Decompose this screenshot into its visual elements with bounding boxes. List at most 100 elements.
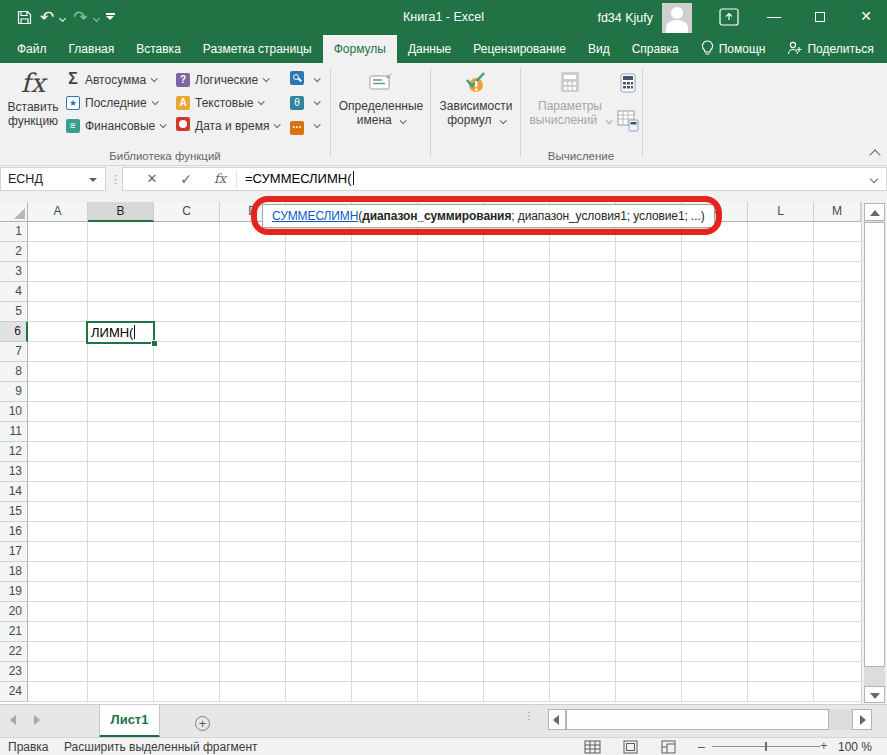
- scroll-right-icon[interactable]: [852, 709, 872, 730]
- vertical-scrollbar[interactable]: [861, 202, 887, 704]
- row-header-17[interactable]: 17: [0, 542, 28, 562]
- row-header-23[interactable]: 23: [0, 662, 28, 682]
- row-header-10[interactable]: 10: [0, 402, 28, 422]
- zoom-level[interactable]: 100 %: [838, 740, 872, 754]
- column-header-B[interactable]: B: [88, 202, 154, 222]
- calculate-now-icon[interactable]: [618, 73, 638, 97]
- scroll-left-icon[interactable]: [548, 709, 566, 730]
- row-header-16[interactable]: 16: [0, 522, 28, 542]
- row-header-6[interactable]: 6: [0, 322, 28, 342]
- ribbon-button-lookup-magnifier-icon[interactable]: [290, 68, 319, 91]
- name-box[interactable]: ЕСНД: [0, 167, 106, 191]
- ribbon-tab-Формулы[interactable]: Формулы: [323, 35, 397, 63]
- row-header-19[interactable]: 19: [0, 582, 28, 602]
- ribbon-tab-Помощн[interactable]: Помощн: [690, 35, 777, 63]
- enter-icon[interactable]: ✓: [171, 168, 201, 190]
- status-bar: Правка Расширить выделенный фрагмент − +…: [0, 737, 887, 755]
- name-box-dropdown-icon[interactable]: [89, 178, 97, 182]
- ribbon-display-options-icon[interactable]: [719, 8, 739, 26]
- row-header-1[interactable]: 1: [0, 222, 28, 242]
- minimize-button[interactable]: —: [753, 0, 795, 35]
- formula-auditing-button[interactable]: Зависимости формул: [434, 69, 518, 127]
- formula-bar-gripper: ⋮: [110, 167, 122, 191]
- ribbon-tab-Вид[interactable]: Вид: [577, 35, 621, 63]
- user-name: fd34 Kjufy: [597, 11, 653, 25]
- row-header-14[interactable]: 14: [0, 482, 28, 502]
- ribbon-button-Финансовые[interactable]: ≡Финансовые: [66, 114, 165, 137]
- sheet-tab-bar: Лист1 + ⋮: [0, 704, 887, 737]
- row-header-11[interactable]: 11: [0, 422, 28, 442]
- scroll-up-icon[interactable]: [864, 203, 885, 221]
- select-all-corner[interactable]: [0, 202, 28, 222]
- horizontal-scroll-thumb[interactable]: [566, 709, 829, 730]
- zoom-out-icon[interactable]: −: [697, 739, 705, 755]
- sheet-tab-active[interactable]: Лист1: [99, 705, 160, 738]
- row-header-2[interactable]: 2: [0, 242, 28, 262]
- row-header-24[interactable]: 24: [0, 682, 28, 702]
- expand-formula-bar-icon[interactable]: [870, 175, 878, 183]
- active-cell[interactable]: ЛИМН(: [86, 321, 155, 344]
- calculate-sheet-icon[interactable]: [617, 110, 639, 136]
- row-header-20[interactable]: 20: [0, 602, 28, 622]
- row-header-8[interactable]: 8: [0, 362, 28, 382]
- sheet-nav-right-icon[interactable]: [34, 715, 40, 725]
- defined-names-button[interactable]: Определенные имена: [334, 69, 428, 127]
- row-header-9[interactable]: 9: [0, 382, 28, 402]
- insert-function-button[interactable]: fx Вставить функцию: [4, 66, 62, 144]
- fx-icon: fx: [4, 66, 62, 100]
- ribbon-tab-Разметка страницы[interactable]: Разметка страницы: [192, 35, 323, 63]
- account-area[interactable]: fd34 Kjufy: [597, 0, 692, 35]
- close-button[interactable]: ✕: [845, 0, 887, 35]
- row-header-22[interactable]: 22: [0, 642, 28, 662]
- share-person-icon: [787, 41, 802, 58]
- row-header-5[interactable]: 5: [0, 302, 28, 322]
- ribbon-button-math-theta-icon[interactable]: θ: [290, 91, 319, 114]
- ribbon-tab-Рецензирование[interactable]: Рецензирование: [462, 35, 577, 63]
- title-bar: ↶ ↷ Книга1 - Excel fd34 Kjufy — ✕: [0, 0, 887, 35]
- ribbon-button-Последние[interactable]: ★Последние: [66, 91, 165, 114]
- normal-view-icon[interactable]: [584, 740, 601, 754]
- ribbon-tab-Вставка[interactable]: Вставка: [125, 35, 192, 63]
- zoom-slider-handle[interactable]: [765, 742, 767, 751]
- row-header-12[interactable]: 12: [0, 442, 28, 462]
- ribbon-tab-Данные[interactable]: Данные: [397, 35, 462, 63]
- cancel-icon[interactable]: ✕: [137, 168, 167, 190]
- fill-handle[interactable]: [151, 340, 158, 347]
- ribbon-tab-Поделиться[interactable]: Поделиться: [776, 35, 884, 63]
- sheet-nav-left-icon[interactable]: [10, 715, 16, 725]
- ribbon-tab-Справка[interactable]: Справка: [621, 35, 690, 63]
- page-layout-view-icon[interactable]: [622, 740, 639, 754]
- ribbon-button-Дата и время[interactable]: Дата и время: [176, 114, 279, 137]
- insert-function-icon[interactable]: fx: [205, 168, 235, 190]
- date-time-clock-icon: [176, 117, 195, 134]
- ribbon-tab-Главная[interactable]: Главная: [58, 35, 126, 63]
- column-header-L[interactable]: L: [748, 202, 814, 222]
- scroll-down-icon[interactable]: [864, 686, 885, 703]
- row-header-7[interactable]: 7: [0, 342, 28, 362]
- ribbon-button-more-functions-icon[interactable]: …: [290, 114, 319, 137]
- avatar[interactable]: [662, 3, 692, 33]
- maximize-button[interactable]: [799, 0, 841, 35]
- spreadsheet-grid[interactable]: ABCDEFGHIJKLM 12345678910111213141516171…: [0, 202, 861, 703]
- add-sheet-icon[interactable]: +: [195, 716, 210, 731]
- column-header-A[interactable]: A: [28, 202, 88, 222]
- ribbon-tab-Файл[interactable]: Файл: [6, 35, 58, 63]
- formula-input[interactable]: =СУММЕСЛИМН(: [245, 168, 354, 190]
- row-header-18[interactable]: 18: [0, 562, 28, 582]
- financial-book-icon: ≡: [66, 118, 85, 133]
- column-header-C[interactable]: C: [154, 202, 220, 222]
- collapse-ribbon-icon[interactable]: [869, 149, 880, 160]
- row-header-4[interactable]: 4: [0, 282, 28, 302]
- scrollbar-gripper[interactable]: ⋮: [524, 712, 530, 719]
- zoom-in-icon[interactable]: +: [820, 738, 828, 753]
- ribbon-button-Автосумма[interactable]: ΣАвтосумма: [66, 68, 165, 91]
- ribbon-button-Логические[interactable]: ?Логические: [176, 68, 279, 91]
- vertical-scroll-thumb[interactable]: [864, 222, 885, 667]
- row-header-21[interactable]: 21: [0, 622, 28, 642]
- page-break-view-icon[interactable]: [660, 740, 677, 754]
- row-header-3[interactable]: 3: [0, 262, 28, 282]
- row-header-13[interactable]: 13: [0, 462, 28, 482]
- ribbon-button-Текстовые[interactable]: AТекстовые: [176, 91, 279, 114]
- row-header-15[interactable]: 15: [0, 502, 28, 522]
- column-header-M[interactable]: M: [814, 202, 861, 222]
